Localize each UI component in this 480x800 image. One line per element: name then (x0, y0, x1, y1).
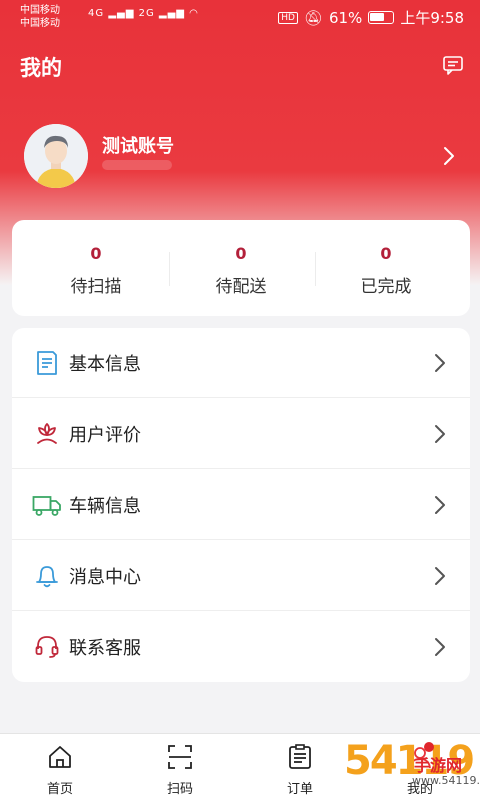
tab-orders[interactable]: 订单 (240, 734, 360, 800)
signal-bars-icon: ▂▄▆ (108, 8, 135, 19)
divider (12, 468, 470, 469)
chevron-right-icon (435, 425, 445, 443)
document-icon (37, 351, 57, 375)
hd-badge: HD (278, 11, 298, 24)
carrier-1: 中国移动 (20, 5, 60, 16)
menu-label: 联系客服 (69, 638, 141, 659)
menu-item-user-reviews[interactable]: 用户评价 (12, 399, 470, 469)
stat-label: 待扫描 (70, 277, 122, 297)
account-subtitle-blur (102, 160, 172, 170)
avatar-image (24, 124, 88, 188)
watermark-dot (424, 742, 434, 752)
network-icons: 4G ▂▄▆ 2G ▂▄▆ ◠ (88, 8, 199, 19)
status-right: HD 🔕︎ 61% 上午9:58 (278, 7, 464, 28)
watermark-logo: 54119 手游网 www.54119.cn (344, 738, 480, 798)
home-icon (49, 746, 71, 768)
bell-icon (36, 566, 58, 588)
tab-label: 首页 (46, 782, 73, 797)
menu-label: 消息中心 (69, 567, 141, 588)
headset-icon (35, 636, 59, 658)
account-name: 测试账号 (102, 136, 174, 157)
chevron-right-icon (435, 496, 445, 514)
divider (12, 610, 470, 611)
signal-bars-icon: ▂▄▆ (158, 8, 185, 19)
profile-row[interactable]: 测试账号 (24, 124, 464, 188)
chevron-right-icon[interactable] (442, 146, 456, 166)
status-bar: 中国移动 中国移动 4G ▂▄▆ 2G ▂▄▆ ◠ HD 🔕︎ 61% 上午9:… (0, 0, 480, 34)
stat-value: 0 (90, 244, 102, 263)
battery-percent: 61% (328, 8, 363, 27)
menu-item-customer-service[interactable]: 联系客服 (12, 612, 470, 682)
stat-pending-delivery[interactable]: 0 待配送 (165, 220, 317, 316)
scan-icon (168, 745, 192, 769)
wifi-icon: ◠ (189, 8, 199, 19)
stats-card: 0 待扫描 0 待配送 0 已完成 (12, 220, 470, 316)
flower-icon (37, 423, 57, 444)
menu-label: 用户评价 (69, 425, 141, 446)
avatar[interactable] (24, 124, 88, 188)
stat-label: 已完成 (360, 277, 412, 297)
message-icon[interactable] (442, 54, 464, 76)
tab-home[interactable]: 首页 (0, 734, 120, 800)
tab-label: 订单 (286, 782, 313, 797)
chevron-right-icon (435, 567, 445, 585)
chevron-right-icon (435, 638, 445, 656)
menu-label: 基本信息 (69, 354, 141, 375)
tab-label: 扫码 (166, 782, 193, 797)
clipboard-icon (289, 744, 311, 769)
carrier-2: 中国移动 (20, 18, 60, 29)
menu-item-message-center[interactable]: 消息中心 (12, 541, 470, 611)
divider (12, 539, 470, 540)
stat-completed[interactable]: 0 已完成 (310, 220, 462, 316)
truck-icon (32, 496, 61, 516)
carrier-info: 中国移动 中国移动 (20, 4, 60, 30)
clock: 上午9:58 (400, 9, 464, 27)
menu-card: 基本信息 用户评价 车辆信息 消息中心 联系客服 (12, 328, 470, 682)
stat-label: 待配送 (215, 277, 267, 297)
mute-icon: 🔕︎ (303, 8, 323, 27)
signal-2g: 2G (138, 8, 155, 19)
page-title: 我的 (20, 56, 62, 80)
stat-value: 0 (235, 244, 247, 263)
tab-scan[interactable]: 扫码 (120, 734, 240, 800)
signal-4g: 4G (88, 8, 105, 19)
menu-item-basic-info[interactable]: 基本信息 (12, 328, 470, 398)
menu-item-vehicle-info[interactable]: 车辆信息 (12, 470, 470, 540)
menu-label: 车辆信息 (69, 496, 141, 517)
battery-icon (368, 11, 395, 24)
chevron-right-icon (435, 354, 445, 372)
stat-value: 0 (380, 244, 392, 263)
divider (12, 397, 470, 398)
watermark-url: www.54119.cn (412, 774, 480, 787)
stat-pending-scan[interactable]: 0 待扫描 (20, 220, 172, 316)
watermark-text: 手游网 (414, 756, 463, 775)
